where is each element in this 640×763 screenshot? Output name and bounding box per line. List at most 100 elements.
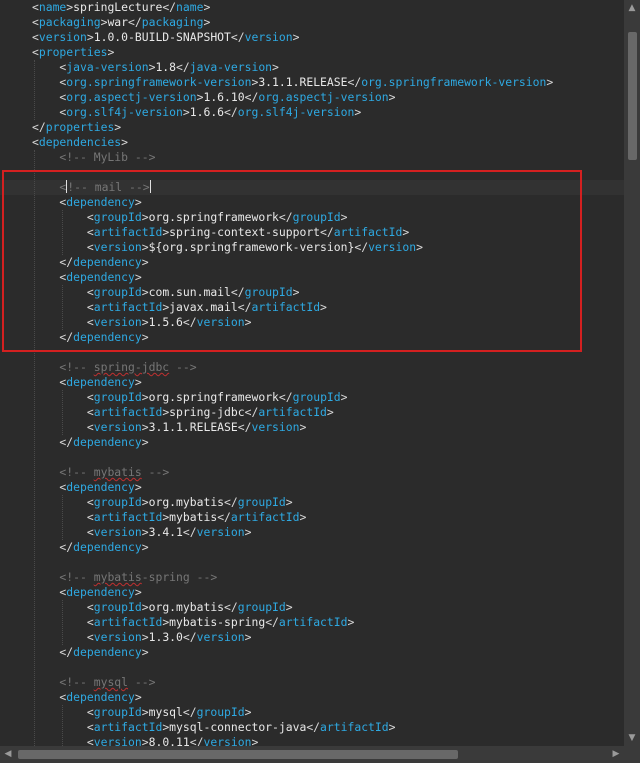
vertical-scroll-thumb[interactable] xyxy=(628,32,637,160)
scroll-down-arrow-icon[interactable]: ▼ xyxy=(624,730,640,746)
xml-bracket: </ xyxy=(182,705,197,719)
xml-text: org.springframework xyxy=(148,390,279,404)
code-line[interactable]: <version>3.4.1</version> xyxy=(32,525,252,540)
code-line[interactable]: <dependency> xyxy=(32,480,141,495)
code-line[interactable]: </dependency> xyxy=(32,540,149,555)
xml-tag-name: java-version xyxy=(189,60,273,74)
code-line[interactable]: <org.slf4j-version>1.6.6</org.slf4j-vers… xyxy=(32,105,361,120)
xml-text: 1.3.0 xyxy=(148,630,183,644)
xml-tag-name: dependency xyxy=(73,540,142,554)
xml-bracket: > xyxy=(388,720,396,734)
code-line[interactable]: <dependencies> xyxy=(32,135,128,150)
code-line[interactable]: <!-- mybatis-spring --> xyxy=(32,570,217,585)
code-line[interactable]: <dependency> xyxy=(32,585,141,600)
code-line[interactable]: <properties> xyxy=(32,45,114,60)
code-line[interactable]: <groupId>mysql</groupId> xyxy=(32,705,252,720)
code-line[interactable]: <groupId>org.mybatis</groupId> xyxy=(32,600,293,615)
code-line[interactable]: <artifactId>mybatis</artifactId> xyxy=(32,510,306,525)
xml-text: mybatis-spring xyxy=(169,615,266,629)
xml-bracket: > xyxy=(107,45,115,59)
xml-tag-name: groupId xyxy=(93,705,142,719)
xml-bracket: < xyxy=(32,420,94,434)
code-line[interactable]: <version>8.0.11</version> xyxy=(32,735,259,746)
xml-tag-name: dependency xyxy=(73,435,142,449)
xml-tag-name: org.slf4j-version xyxy=(237,105,355,119)
xml-bracket: </ xyxy=(230,30,245,44)
xml-comment: <!-- xyxy=(32,465,94,479)
xml-bracket: < xyxy=(32,45,39,59)
xml-bracket: > xyxy=(326,405,334,419)
code-line[interactable]: </properties> xyxy=(32,120,121,135)
code-line[interactable]: <version>1.3.0</version> xyxy=(32,630,252,645)
xml-bracket: </ xyxy=(237,420,252,434)
xml-bracket: < xyxy=(32,735,94,746)
scroll-up-arrow-icon[interactable]: ▲ xyxy=(624,0,640,16)
xml-bracket: > xyxy=(141,390,149,404)
code-line[interactable]: <dependency> xyxy=(32,690,141,705)
xml-text: 1.8 xyxy=(155,60,177,74)
xml-text: 1.0.0-BUILD-SNAPSHOT xyxy=(93,30,231,44)
xml-tag-name: artifactId xyxy=(93,615,163,629)
xml-text: spring-jdbc xyxy=(169,405,245,419)
code-line[interactable]: <java-version>1.8</java-version> xyxy=(32,60,279,75)
xml-bracket: </ xyxy=(217,510,231,524)
code-line[interactable]: <!-- mysql --> xyxy=(32,675,155,690)
code-line[interactable]: <!-- spring-jdbc --> xyxy=(32,360,196,375)
xml-bracket: > xyxy=(141,540,149,554)
xml-bracket: </ xyxy=(32,435,74,449)
xml-bracket: > xyxy=(292,30,300,44)
code-line[interactable]: <artifactId>spring-jdbc</artifactId> xyxy=(32,405,334,420)
code-line[interactable]: </dependency> xyxy=(32,435,148,450)
xml-tag-name: artifactId xyxy=(278,615,348,629)
code-line[interactable]: <org.aspectj-version>1.6.10</org.aspectj… xyxy=(32,90,396,105)
xml-tag-name: artifactId xyxy=(230,510,300,524)
xml-text: 3.4.1 xyxy=(148,525,183,539)
xml-comment: mysql xyxy=(93,675,129,689)
xml-bracket: > xyxy=(388,90,396,104)
xml-tag-name: groupId xyxy=(93,600,142,614)
xml-comment: mybatis xyxy=(93,465,142,479)
code-line[interactable]: <name>springLecture</name> xyxy=(32,0,210,15)
code-line[interactable]: <artifactId>mybatis-spring</artifactId> xyxy=(32,615,354,630)
xml-tag-name: artifactId xyxy=(320,720,389,734)
xml-comment: <!-- xyxy=(32,570,94,584)
code-line[interactable]: <version>3.1.1.RELEASE</version> xyxy=(32,420,307,435)
xml-bracket: < xyxy=(32,15,39,29)
code-line[interactable]: <packaging>war</packaging> xyxy=(32,15,210,30)
scroll-right-arrow-icon[interactable]: ▶ xyxy=(608,746,624,762)
xml-tag-name: name xyxy=(38,0,67,14)
xml-bracket: > xyxy=(272,60,279,74)
xml-comment: <!-- xyxy=(32,360,94,374)
xml-bracket: > xyxy=(285,600,293,614)
xml-tag-name: artifactId xyxy=(93,510,163,524)
code-line[interactable]: <!-- mybatis --> xyxy=(32,465,169,480)
horizontal-scroll-thumb[interactable] xyxy=(18,750,458,759)
scroll-left-arrow-icon[interactable]: ◀ xyxy=(0,746,16,762)
xml-bracket: </ xyxy=(347,75,362,89)
code-line[interactable]: <version>1.0.0-BUILD-SNAPSHOT</version> xyxy=(32,30,299,45)
code-line[interactable]: <groupId>org.mybatis</groupId> xyxy=(32,495,293,510)
xml-bracket: < xyxy=(32,0,39,14)
code-line[interactable]: <dependency> xyxy=(32,375,141,390)
xml-bracket: </ xyxy=(189,735,204,746)
code-line[interactable]: <!-- MyLib --> xyxy=(32,150,155,165)
vertical-scrollbar[interactable]: ▲ ▼ xyxy=(624,0,640,746)
horizontal-scrollbar[interactable]: ◀ ▶ xyxy=(0,746,624,763)
xml-tag-name: dependency xyxy=(66,480,135,494)
code-line[interactable]: <artifactId>mysql-connector-java</artifa… xyxy=(32,720,396,735)
xml-bracket: </ xyxy=(244,90,259,104)
code-editor[interactable]: <name>springLecture</name> <packaging>war… xyxy=(0,0,624,746)
xml-comment: mybatis xyxy=(93,570,142,584)
xml-bracket: < xyxy=(32,495,94,509)
xml-tag-name: groupId xyxy=(196,705,245,719)
xml-comment: --> xyxy=(141,465,170,479)
xml-bracket: </ xyxy=(128,15,142,29)
code-line[interactable]: <org.springframework-version>3.1.1.RELEA… xyxy=(32,75,553,90)
xml-bracket: > xyxy=(244,630,252,644)
code-line[interactable]: </dependency> xyxy=(32,645,148,660)
xml-tag-name: org.aspectj-version xyxy=(66,90,197,104)
xml-bracket: < xyxy=(32,375,67,389)
code-line[interactable]: <groupId>org.springframework</groupId> xyxy=(32,390,348,405)
xml-bracket: > xyxy=(244,525,252,539)
xml-tag-name: org.aspectj-version xyxy=(258,90,389,104)
